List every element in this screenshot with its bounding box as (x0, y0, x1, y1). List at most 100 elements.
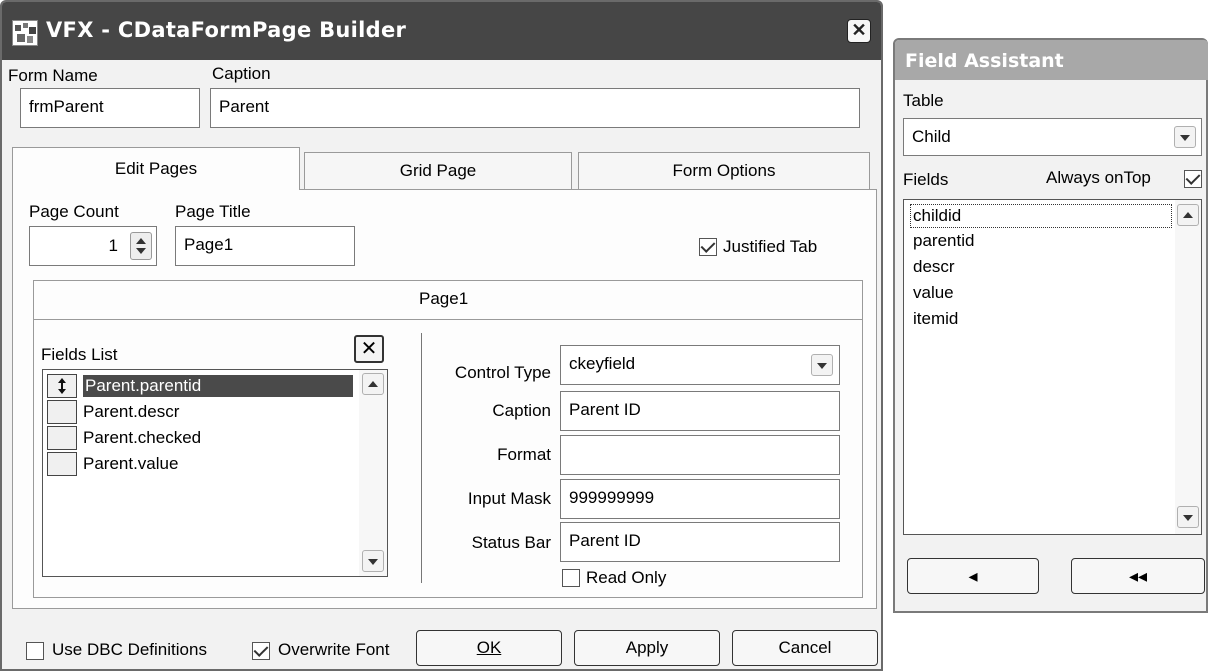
read-only-label: Read Only (586, 568, 667, 587)
tab-grid-page-label: Grid Page (399, 161, 477, 180)
close-icon: ✕ (851, 20, 867, 40)
list-item[interactable]: itemid (913, 309, 958, 329)
builder-window: VFX - CDataFormPage Builder ✕ Form Name … (0, 0, 883, 671)
tab-edit-pages-label: Edit Pages (114, 159, 198, 178)
dropdown-button[interactable] (811, 354, 833, 376)
assistant-scrollbar[interactable] (1175, 200, 1201, 534)
scroll-down-button[interactable] (362, 550, 384, 572)
tab-form-options-label: Form Options (672, 161, 776, 180)
move-all-left-button[interactable]: ◂◂ (1071, 558, 1205, 594)
reorder-handle[interactable] (47, 426, 77, 450)
spin-up-icon (136, 238, 146, 244)
list-item[interactable]: Parent.descr (47, 399, 355, 425)
field-item-text: Parent.descr (83, 402, 180, 421)
cancel-button-label: Cancel (778, 638, 832, 657)
list-item[interactable]: Parent.value (47, 451, 355, 477)
list-item[interactable]: childid (910, 204, 1172, 228)
caption2-label: Caption (492, 401, 551, 420)
chevron-down-icon (1183, 515, 1193, 521)
tab-grid-page[interactable]: Grid Page (304, 152, 572, 189)
page-count-value: 1 (108, 236, 118, 255)
page1-divider (34, 319, 862, 320)
page1-frame: Page1 Fields List ✕ Parent.parentid Pare… (33, 280, 863, 598)
move-left-button[interactable]: ◂ (907, 558, 1039, 594)
field-item-text: Parent.parentid (83, 375, 353, 397)
reorder-handle[interactable] (47, 374, 77, 398)
builder-title: VFX - CDataFormPage Builder (46, 18, 407, 42)
format-label: Format (497, 445, 551, 464)
vertical-separator (421, 333, 422, 583)
use-dbc-checkbox[interactable] (26, 642, 44, 660)
field-assistant-window: Field Assistant Table Child Fields Alway… (893, 38, 1208, 613)
spin-down-icon (136, 248, 146, 254)
status-bar-input[interactable]: Parent ID (560, 522, 840, 562)
overwrite-font-checkbox[interactable] (252, 642, 270, 660)
tab-edit-pages[interactable]: Edit Pages (12, 147, 300, 190)
field-assistant-title-bar[interactable]: Field Assistant (895, 40, 1208, 80)
edit-pages-panel: Page Count Page Title 1 Page1 Justified … (12, 189, 877, 609)
fields-scrollbar[interactable] (359, 370, 387, 576)
reorder-handle[interactable] (47, 400, 77, 424)
field-item-text: Parent.value (83, 454, 179, 473)
page1-tab-label[interactable]: Page1 (419, 289, 468, 309)
list-item[interactable]: value (913, 283, 954, 303)
double-triangle-left-icon: ◂◂ (1128, 566, 1148, 586)
app-icon (12, 20, 38, 46)
always-on-top-checkbox[interactable] (1184, 170, 1202, 188)
form-name-label: Form Name (8, 66, 98, 85)
table-select[interactable]: Child (903, 118, 1202, 156)
tab-form-options[interactable]: Form Options (578, 152, 870, 189)
scroll-up-button[interactable] (362, 373, 384, 395)
chevron-up-icon (368, 381, 378, 387)
page-title-input[interactable]: Page1 (175, 226, 355, 266)
caption2-input[interactable]: Parent ID (560, 391, 840, 431)
table-label: Table (903, 91, 944, 110)
remove-field-button[interactable]: ✕ (354, 335, 384, 363)
fields-label: Fields (903, 170, 949, 189)
control-type-value: ckeyfield (569, 354, 636, 373)
justified-tab-checkbox[interactable] (699, 238, 717, 256)
close-button[interactable]: ✕ (847, 19, 871, 43)
form-name-input[interactable]: frmParent (20, 88, 200, 128)
move-updown-icon (58, 378, 66, 394)
fields-list-label: Fields List (41, 345, 118, 364)
reorder-handle[interactable] (47, 452, 77, 476)
builder-title-bar[interactable]: VFX - CDataFormPage Builder ✕ (2, 2, 881, 60)
table-value: Child (912, 127, 951, 146)
apply-button[interactable]: Apply (574, 630, 720, 666)
spinner-buttons[interactable] (130, 232, 152, 260)
list-item[interactable]: parentid (913, 231, 974, 251)
chevron-up-icon (1183, 212, 1193, 218)
page-count-spinner[interactable]: 1 (29, 226, 157, 266)
overwrite-font-label: Overwrite Font (278, 640, 390, 659)
triangle-left-icon: ◂ (968, 566, 978, 586)
use-dbc-label: Use DBC Definitions (52, 640, 207, 659)
status-bar-label: Status Bar (471, 533, 551, 552)
caption-input[interactable]: Parent (210, 88, 860, 128)
field-assistant-title: Field Assistant (905, 50, 1064, 72)
scroll-up-button[interactable] (1177, 204, 1199, 226)
list-item[interactable]: Parent.parentid (47, 373, 355, 399)
format-input[interactable] (560, 435, 840, 475)
read-only-checkbox[interactable] (562, 569, 580, 587)
page-count-label: Page Count (29, 202, 119, 221)
input-mask-label: Input Mask (467, 489, 551, 508)
fields-list[interactable]: Parent.parentid Parent.descr Parent.chec… (42, 369, 388, 577)
chevron-down-icon (368, 559, 378, 565)
apply-button-label: Apply (625, 638, 669, 657)
list-item[interactable]: Parent.checked (47, 425, 355, 451)
input-mask-input[interactable]: 999999999 (560, 479, 840, 519)
close-x-icon: ✕ (360, 338, 378, 360)
chevron-down-icon (817, 363, 827, 369)
control-type-label: Control Type (454, 363, 551, 382)
list-item[interactable]: descr (913, 257, 955, 277)
table-dropdown-button[interactable] (1174, 126, 1196, 148)
cancel-button[interactable]: Cancel (732, 630, 878, 666)
control-type-select[interactable]: ckeyfield (560, 345, 840, 385)
field-item-text: Parent.checked (83, 428, 202, 447)
caption-label: Caption (212, 64, 271, 83)
assistant-fields-list[interactable]: childid parentid descr value itemid (903, 199, 1202, 535)
justified-tab-label: Justified Tab (723, 237, 818, 256)
ok-button[interactable]: OK (416, 630, 562, 666)
scroll-down-button[interactable] (1177, 506, 1199, 528)
